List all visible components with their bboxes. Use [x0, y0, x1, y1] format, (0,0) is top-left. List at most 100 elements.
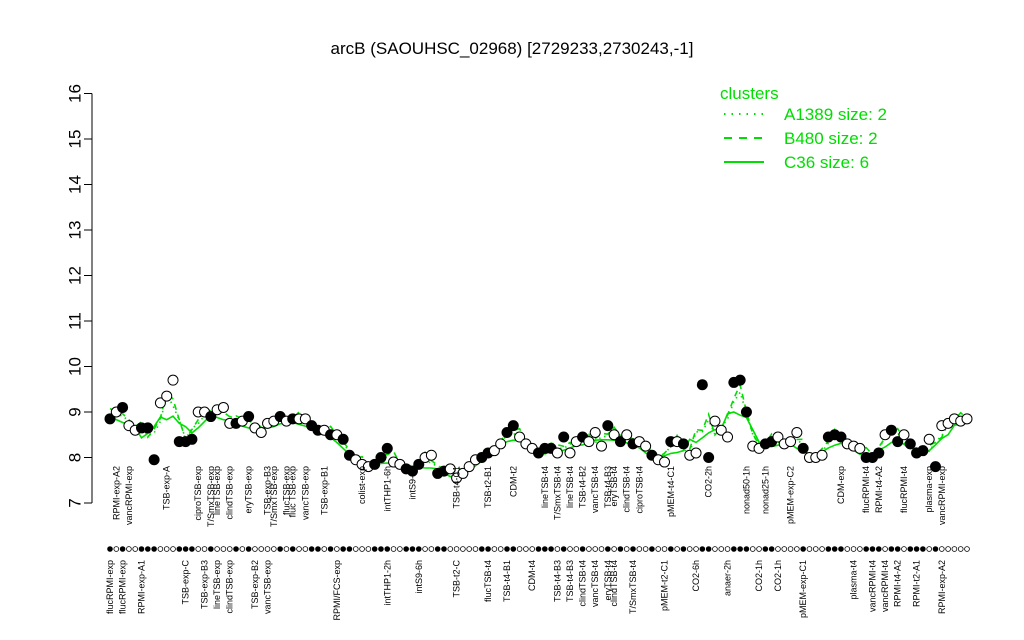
data-point	[142, 422, 154, 434]
rug-dot	[762, 546, 769, 552]
rug-dot	[838, 546, 844, 552]
rug-dot	[724, 546, 731, 552]
bottom-sample-label: TSB-exp-B3	[200, 560, 210, 609]
rug-dot	[674, 546, 680, 552]
rug-dot	[636, 546, 643, 552]
rug-dot	[888, 546, 895, 552]
rug-dot	[598, 546, 605, 552]
y-tick-label: 13	[65, 221, 84, 240]
top-sample-label: intS9-2h	[407, 466, 417, 500]
rug-dot	[107, 546, 113, 552]
top-sample-label: TSB-t2-B1	[483, 466, 493, 508]
data-point	[885, 424, 897, 436]
bottom-sample-label: vancTSB-t4	[590, 560, 600, 607]
rug-dot	[321, 546, 328, 552]
rug-dot	[441, 546, 447, 552]
rug-dot	[812, 546, 819, 552]
bottom-sample-label: plasma-t4	[849, 560, 859, 600]
legend-title: clusters	[720, 84, 779, 103]
rug-dot	[245, 546, 252, 552]
rug-dot	[516, 546, 523, 552]
data-point	[495, 438, 507, 450]
data-point	[117, 401, 129, 413]
bottom-sample-label: flucRPMI-exp	[118, 560, 128, 614]
bottom-sample-label: TSB-t4-B3	[565, 560, 575, 602]
rug-dot	[617, 546, 624, 552]
rug-dot	[308, 546, 315, 552]
top-sample-label: TSB-exp-B3	[263, 466, 273, 515]
rug-dot	[365, 546, 372, 552]
bottom-sample-label: flucRPMI-exp	[105, 560, 115, 614]
data-point	[425, 449, 437, 461]
rug-dot	[957, 546, 964, 552]
bottom-sample-label: RPMI-exp-A2	[937, 560, 947, 614]
data-point	[854, 442, 866, 454]
rug-dot	[296, 546, 302, 552]
rug-dot	[611, 546, 617, 552]
rug-dot	[579, 546, 586, 552]
rug-dot	[327, 546, 334, 552]
rug-dot	[208, 546, 214, 552]
data-point	[558, 431, 570, 443]
data-point	[621, 429, 633, 441]
data-point	[186, 433, 198, 445]
y-tick-label: 7	[65, 498, 84, 507]
bottom-sample-label: CO2-1h	[754, 560, 764, 592]
top-sample-label: RPMI-t4-A2	[874, 466, 884, 513]
bottom-sample-label: vancTSB-exp	[263, 560, 273, 614]
cluster-line-chart: arcB (SAOUHSC_02968) [2729233,2730243,-1…	[65, 39, 973, 621]
top-sample-label: pMEM-exp-C2	[786, 466, 796, 524]
rug-dot	[214, 546, 220, 552]
rug-dot	[806, 546, 813, 552]
data-point	[217, 401, 229, 413]
data-point	[917, 445, 929, 457]
rug-dot	[271, 546, 277, 552]
data-point	[703, 452, 715, 463]
top-sample-label: eryTSB-exp	[244, 466, 254, 514]
rug-dot	[497, 546, 504, 552]
rug-dot	[649, 546, 655, 552]
legend-item-label: C36 size: 6	[784, 153, 869, 172]
top-sample-label: intTHP1-6h	[382, 466, 392, 512]
bottom-sample-label: clindTSB-t4	[578, 560, 588, 607]
rug-dot	[913, 546, 920, 552]
rug-dot	[756, 546, 762, 552]
bottom-sample-label: anaer-2h	[723, 560, 733, 596]
rug-dot	[560, 546, 567, 552]
rug-dot	[163, 546, 170, 552]
rug-dot	[800, 546, 806, 552]
data-point	[583, 436, 595, 448]
rug-dot	[182, 546, 189, 552]
rug-dot	[932, 546, 939, 552]
bottom-sample-label: RPMI-t4-A2	[893, 560, 903, 607]
top-sample-label: pMEM-t4-C1	[666, 466, 676, 517]
bottom-sample-label: RPMI-t2-A1	[912, 560, 922, 607]
y-tick-label: 10	[65, 357, 84, 376]
top-sample-label: lineTSB-t4	[540, 466, 550, 508]
top-sample-label: T/SmxTSB-t4	[552, 466, 562, 520]
data-point	[709, 415, 721, 427]
top-sample-label: vancTSB-t4	[590, 466, 600, 513]
data-point	[589, 426, 601, 438]
rug-dot	[252, 546, 258, 552]
rug-dot	[749, 546, 756, 552]
top-sample-label: vancTSB-exp	[300, 466, 310, 520]
data-point	[734, 374, 746, 386]
rug-dot	[831, 546, 838, 552]
rug-dot	[554, 546, 561, 552]
rug-dot	[605, 546, 611, 552]
rug-dot	[289, 546, 296, 552]
bottom-sample-labels: flucRPMI-exp flucRPMI-exp RPMI-exp-A1 TSB-e…	[105, 560, 947, 621]
bottom-sample-label: flucTSB-t4	[483, 560, 493, 602]
data-point	[696, 379, 708, 391]
data-point	[243, 411, 255, 423]
rug-dot	[258, 546, 265, 552]
rug-dot	[340, 546, 346, 552]
data-point	[167, 374, 179, 386]
rug-dot	[882, 546, 888, 552]
rug-dot	[226, 546, 233, 552]
data-point	[677, 438, 689, 450]
top-sample-label: fluc TSB-exp	[288, 466, 298, 517]
rug-dot	[743, 546, 750, 552]
rug-dot	[705, 546, 712, 552]
